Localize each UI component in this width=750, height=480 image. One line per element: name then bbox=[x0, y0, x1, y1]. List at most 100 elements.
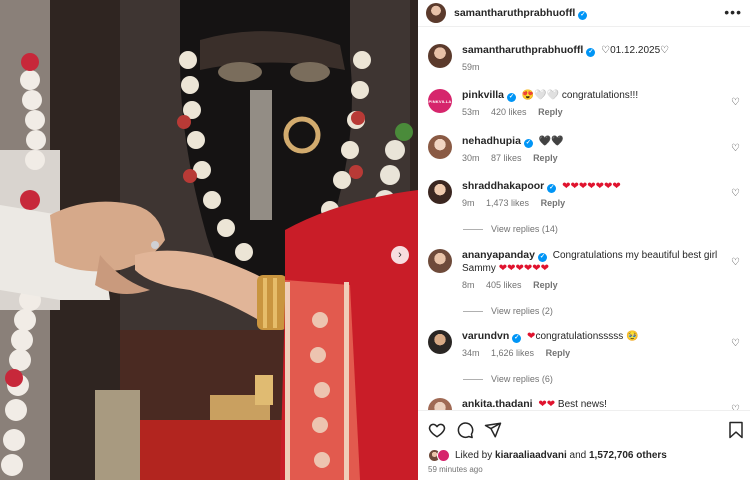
reply-button[interactable]: Reply bbox=[538, 107, 563, 117]
replies-line bbox=[463, 228, 483, 230]
comment-item: varundvn ✓ ❤congratulationsssss 🥹 34m 1,6… bbox=[428, 330, 740, 360]
author-username[interactable]: samantharuthprabhuoffl ✓ bbox=[454, 7, 588, 20]
caption-text: samantharuthprabhuoffl ✓ ♡01.12.2025♡ bbox=[462, 44, 740, 57]
comment-likes[interactable]: 1,626 likes bbox=[491, 348, 534, 358]
comment-text: pinkvilla ✓ 😍🤍🤍 congratulations!!! bbox=[462, 89, 740, 102]
liked-by-user-link[interactable]: kiaraaliaadvani bbox=[495, 450, 567, 461]
caption-time: 59m bbox=[462, 62, 480, 72]
comment-body: congratulations!!! bbox=[559, 90, 639, 101]
heart-outline-icon: ♡ bbox=[660, 45, 670, 56]
comment-body: Best news! bbox=[555, 399, 607, 410]
comment-item: PINKVILLA pinkvilla ✓ 😍🤍🤍 congratulations… bbox=[428, 89, 740, 119]
bookmark-button[interactable] bbox=[728, 421, 744, 439]
comment-body: congratulationsssss 🥹 bbox=[535, 331, 639, 342]
comment-time: 9m bbox=[462, 198, 475, 208]
commenter-username[interactable]: ananyapanday ✓ bbox=[462, 249, 547, 262]
comment-likes[interactable]: 1,473 likes bbox=[486, 198, 529, 208]
like-comment-heart-icon[interactable]: ♡ bbox=[731, 257, 740, 268]
like-comment-heart-icon[interactable]: ♡ bbox=[731, 188, 740, 199]
comment-likes[interactable]: 420 likes bbox=[491, 107, 527, 117]
comment-body: 🖤🖤 bbox=[538, 136, 564, 147]
caption-meta: 59m bbox=[462, 61, 740, 74]
verified-badge-icon: ✓ bbox=[586, 48, 596, 57]
post-header: samantharuthprabhuoffl ✓ ••• bbox=[418, 0, 750, 26]
comment-hearts: ❤❤❤❤❤❤ bbox=[498, 263, 549, 274]
comment-item: nehadhupia ✓ 🖤🖤 30m 87 likes Reply ♡ bbox=[428, 135, 740, 165]
author-avatar[interactable] bbox=[426, 3, 446, 23]
commenter-username[interactable]: ankita.thadani bbox=[462, 398, 533, 410]
comment-time: 8m bbox=[462, 280, 475, 290]
view-replies-button[interactable]: View replies (2) bbox=[463, 306, 553, 316]
comment-likes[interactable]: 405 likes bbox=[486, 280, 522, 290]
like-heart-icon[interactable] bbox=[428, 421, 446, 439]
comment-meta: 34m 1,626 likes Reply bbox=[462, 347, 740, 360]
heart-emoji: ❤❤ bbox=[538, 399, 556, 410]
comment-item: shraddhakapoor ✓ ❤❤❤❤❤❤❤ 9m 1,473 likes R… bbox=[428, 180, 740, 210]
comment-text: nehadhupia ✓ 🖤🖤 bbox=[462, 135, 740, 148]
like-comment-heart-icon[interactable]: ♡ bbox=[731, 97, 740, 108]
verified-badge-icon: ✓ bbox=[578, 10, 588, 20]
comment-meta: 8m 405 likes Reply bbox=[462, 279, 718, 292]
commenter-avatar[interactable] bbox=[428, 249, 452, 273]
heart-outline-icon: ♡ bbox=[601, 45, 611, 56]
commenter-avatar[interactable] bbox=[428, 398, 452, 410]
view-replies-button[interactable]: View replies (6) bbox=[463, 374, 553, 384]
caption-username[interactable]: samantharuthprabhuoffl ✓ bbox=[462, 44, 596, 57]
comment-icon[interactable] bbox=[456, 421, 474, 439]
commenter-avatar[interactable] bbox=[428, 330, 452, 354]
reply-button[interactable]: Reply bbox=[533, 153, 558, 163]
comment-text: ankita.thadani ❤❤ Best news! bbox=[462, 398, 740, 410]
verified-badge-icon: ✓ bbox=[512, 334, 522, 343]
replies-line bbox=[463, 378, 483, 380]
commenter-username[interactable]: pinkvilla ✓ bbox=[462, 89, 517, 102]
commenter-avatar[interactable] bbox=[428, 180, 452, 204]
pinkvilla-logo: PINKVILLA bbox=[428, 98, 452, 104]
like-comment-heart-icon[interactable]: ♡ bbox=[731, 338, 740, 349]
caption-date: 01.12.2025 bbox=[610, 45, 661, 56]
comment-meta: 30m 87 likes Reply bbox=[462, 152, 740, 165]
more-horizontal-icon[interactable]: ••• bbox=[724, 5, 742, 19]
comment-text: ananyapanday ✓ Congratulations my beautif… bbox=[462, 249, 718, 275]
commenter-avatar[interactable] bbox=[428, 135, 452, 159]
commenter-username[interactable]: varundvn ✓ bbox=[462, 330, 522, 343]
verified-badge-icon: ✓ bbox=[523, 139, 533, 148]
share-send-icon[interactable] bbox=[484, 421, 502, 439]
liker-avatar[interactable] bbox=[437, 449, 450, 462]
comment-time: 34m bbox=[462, 348, 480, 358]
chevron-right-icon: › bbox=[398, 248, 402, 261]
post-photo[interactable]: › bbox=[0, 0, 418, 480]
comment-item: ankita.thadani ❤❤ Best news! ♡ bbox=[428, 398, 740, 410]
commenter-username[interactable]: shraddhakapoor ✓ bbox=[462, 180, 557, 193]
liked-by-summary: Liked by kiaraaliaadvani and 1,572,706 o… bbox=[428, 449, 667, 462]
caption: samantharuthprabhuoffl ✓ ♡01.12.2025♡ 59m bbox=[428, 44, 740, 74]
header-divider bbox=[418, 26, 750, 27]
view-replies-button[interactable]: View replies (14) bbox=[463, 224, 558, 234]
liked-by-others-link[interactable]: 1,572,706 others bbox=[589, 450, 667, 461]
commenter-avatar[interactable]: PINKVILLA bbox=[428, 89, 452, 113]
verified-badge-icon: ✓ bbox=[537, 253, 547, 262]
liked-by-text: Liked by kiaraaliaadvani and 1,572,706 o… bbox=[455, 450, 667, 461]
comment-meta: 53m 420 likes Reply bbox=[462, 106, 740, 119]
like-comment-heart-icon[interactable]: ♡ bbox=[731, 143, 740, 154]
verified-badge-icon: ✓ bbox=[547, 184, 557, 193]
post-time-ago[interactable]: 59 minutes ago bbox=[428, 465, 483, 474]
carousel-next-button[interactable]: › bbox=[391, 246, 409, 264]
comment-likes[interactable]: 87 likes bbox=[491, 153, 522, 163]
reply-button[interactable]: Reply bbox=[541, 198, 566, 208]
commenter-username[interactable]: nehadhupia ✓ bbox=[462, 135, 533, 148]
action-bar: Liked by kiaraaliaadvani and 1,572,706 o… bbox=[418, 410, 750, 480]
comment-text: shraddhakapoor ✓ ❤❤❤❤❤❤❤ bbox=[462, 180, 740, 193]
comment-item: ananyapanday ✓ Congratulations my beautif… bbox=[428, 249, 740, 292]
author-avatar[interactable] bbox=[428, 44, 452, 68]
replies-line bbox=[463, 310, 483, 312]
reply-button[interactable]: Reply bbox=[546, 348, 571, 358]
comment-meta: 9m 1,473 likes Reply bbox=[462, 197, 740, 210]
comment-time: 30m bbox=[462, 153, 480, 163]
post-side-panel: samantharuthprabhuoffl ✓ ••• samantharuth… bbox=[418, 0, 750, 480]
verified-badge-icon: ✓ bbox=[507, 93, 517, 102]
comment-text: varundvn ✓ ❤congratulationsssss 🥹 bbox=[462, 330, 740, 343]
emoji-text: 😍🤍🤍 bbox=[521, 90, 560, 101]
comment-body: ❤❤❤❤❤❤❤ bbox=[562, 181, 621, 192]
reply-button[interactable]: Reply bbox=[533, 280, 558, 290]
bookmark-icon[interactable] bbox=[728, 421, 744, 439]
